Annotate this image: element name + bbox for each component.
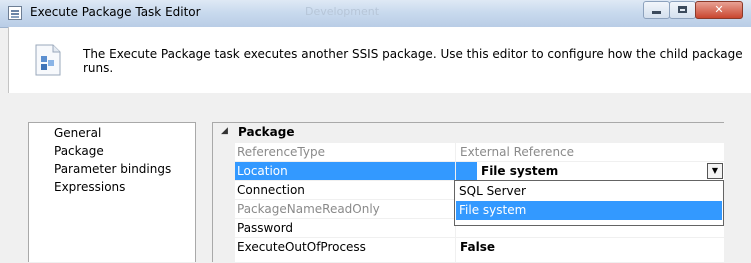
chevron-down-icon: ▼ [711, 166, 719, 175]
page-navigation-list: General Package Parameter bindings Expre… [28, 122, 196, 262]
property-name: PackageNameReadOnly [237, 202, 380, 216]
option-file-system[interactable]: File system [456, 201, 722, 220]
maximize-icon [678, 6, 687, 13]
nav-item-parameter-bindings[interactable]: Parameter bindings [54, 162, 171, 176]
property-name: Location [237, 164, 288, 178]
location-combobox[interactable]: File system ▼ [477, 162, 725, 180]
app-icon [8, 6, 22, 20]
window-title: Execute Package Task Editor [30, 5, 201, 19]
minimize-icon [652, 11, 661, 14]
property-value: External Reference [460, 145, 575, 159]
property-name: ExecuteOutOfProcess [237, 240, 366, 254]
nav-item-expressions[interactable]: Expressions [54, 180, 125, 194]
option-label: File system [459, 203, 527, 217]
property-name: Password [237, 221, 294, 235]
category-label: Package [238, 125, 295, 139]
property-row-location[interactable]: Location File system ▼ [235, 161, 725, 180]
close-icon: ✕ [714, 3, 724, 16]
header-banner: The Execute Package task executes anothe… [8, 27, 751, 93]
close-button[interactable]: ✕ [695, 1, 743, 19]
location-value: File system [481, 164, 559, 178]
maximize-button[interactable] [669, 1, 696, 19]
property-name: ReferenceType [237, 145, 325, 159]
grid-margin [213, 123, 235, 263]
minimize-button[interactable] [643, 1, 670, 19]
grid-side-strip [724, 122, 751, 262]
nav-item-general[interactable]: General [54, 126, 101, 140]
dropdown-arrow-button[interactable]: ▼ [707, 163, 723, 179]
package-document-icon [35, 44, 61, 76]
nav-item-package[interactable]: Package [54, 144, 104, 158]
property-value[interactable]: False [460, 240, 495, 254]
category-package[interactable]: ◢ Package [213, 123, 725, 142]
property-row-referencetype[interactable]: ReferenceType External Reference [235, 142, 725, 161]
property-row-executeoutofprocess[interactable]: ExecuteOutOfProcess False [235, 237, 725, 256]
option-sql-server[interactable]: SQL Server [456, 182, 722, 201]
background-window-title: Development [305, 5, 380, 18]
property-name: Connection [237, 183, 305, 197]
collapse-icon[interactable]: ◢ [221, 126, 228, 136]
title-bar: Execute Package Task Editor Development … [0, 0, 751, 28]
header-description: The Execute Package task executes anothe… [83, 47, 743, 75]
location-dropdown-list: SQL Server File system [454, 180, 724, 226]
option-label: SQL Server [459, 184, 526, 198]
